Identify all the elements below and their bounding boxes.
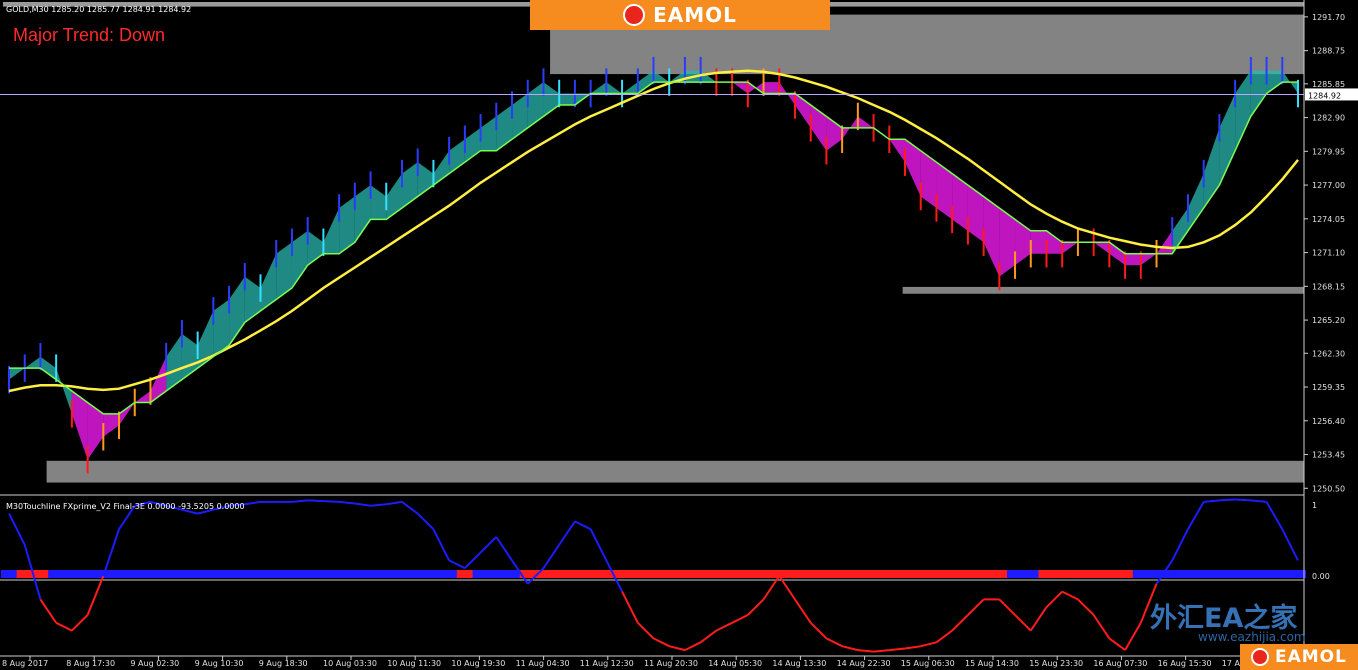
x-tick-label: 9 Aug 10:30 [195, 659, 244, 668]
oscillator-segment [307, 499, 324, 503]
band-segment [1030, 230, 1047, 254]
x-tick-label: 9 Aug 02:30 [130, 659, 179, 668]
y-tick-label: 1253.45 [1312, 451, 1345, 460]
y-tick-label: 1256.40 [1312, 417, 1345, 426]
y-tick-label: 1274.05 [1312, 215, 1345, 224]
x-tick-label: 16 Aug 15:30 [1158, 659, 1212, 668]
x-tick-label: 10 Aug 11:30 [387, 659, 441, 668]
x-tick-label: 10 Aug 19:30 [451, 659, 505, 668]
x-tick-label: 15 Aug 06:30 [901, 659, 955, 668]
y-tick-label: 1250.50 [1312, 484, 1345, 493]
y-tick-label: 1268.15 [1312, 282, 1345, 291]
x-tick-label: 8 Aug 2017 [2, 659, 48, 668]
brand-text: EAMOL [653, 3, 737, 27]
y-tick-label: 1279.95 [1312, 147, 1345, 156]
brand-badge-bottom: EAMOL [1240, 644, 1358, 670]
x-tick-label: 14 Aug 05:30 [708, 659, 762, 668]
sub-y-tick-label: 0.00 [1312, 572, 1330, 581]
y-tick-label: 1277.00 [1312, 181, 1345, 190]
y-tick-label: 1265.20 [1312, 316, 1345, 325]
oscillator-segment [1235, 498, 1251, 502]
y-tick-label: 1291.70 [1312, 13, 1345, 22]
brand-logo-icon [1251, 648, 1269, 666]
x-tick-label: 14 Aug 22:30 [837, 659, 891, 668]
x-tick-label: 11 Aug 20:30 [644, 659, 698, 668]
band-segment [559, 93, 575, 105]
x-tick-label: 9 Aug 18:30 [259, 659, 308, 668]
symbol-ohlc-label: GOLD,M30 1285.20 1285.77 1284.91 1284.92 [6, 5, 191, 14]
brand-banner: EAMOL [530, 0, 830, 30]
y-tick-label: 1282.90 [1312, 114, 1345, 123]
brand-text-bottom: EAMOL [1275, 647, 1347, 667]
band-segment [1125, 253, 1141, 266]
zone-support_mid [902, 286, 1304, 294]
oscillator-segment [323, 500, 340, 503]
sub-y-tick-label: 1 [1312, 501, 1317, 510]
brand-logo-icon [623, 4, 646, 26]
chart-stage: 1284.92 1291.70 1288.75 1285.85 1282.90 1279.… [0, 0, 1358, 670]
oscillator-segment [1219, 498, 1236, 502]
trend-label: Major Trend: Down [13, 25, 165, 45]
x-tick-label: 16 Aug 07:30 [1093, 659, 1147, 668]
x-tick-label: 15 Aug 14:30 [965, 659, 1019, 668]
oscillator-title: M30Touchline FXprime_V2 Final-3E 0.0000 … [6, 502, 245, 511]
y-tick-label: 1271.10 [1312, 249, 1345, 258]
y-tick-label: 1285.85 [1312, 80, 1345, 89]
y-tick-label: 1288.75 [1312, 47, 1345, 56]
x-tick-label: 15 Aug 23:30 [1029, 659, 1083, 668]
x-tick-label: 10 Aug 03:30 [323, 659, 377, 668]
x-tick-label: 11 Aug 12:30 [580, 659, 634, 668]
x-tick-label: 14 Aug 13:30 [772, 659, 826, 668]
x-tick-label: 11 Aug 04:30 [516, 659, 570, 668]
current-price-label: 1284.92 [1308, 91, 1341, 100]
cn-watermark-url: www.eazhijia.com [1198, 630, 1306, 644]
x-tick-label: 8 Aug 17:30 [66, 659, 115, 668]
zone-support_low [46, 460, 1305, 483]
y-tick-label: 1259.35 [1312, 383, 1345, 392]
band-segment [763, 82, 780, 94]
y-tick-label: 1262.30 [1312, 349, 1345, 358]
